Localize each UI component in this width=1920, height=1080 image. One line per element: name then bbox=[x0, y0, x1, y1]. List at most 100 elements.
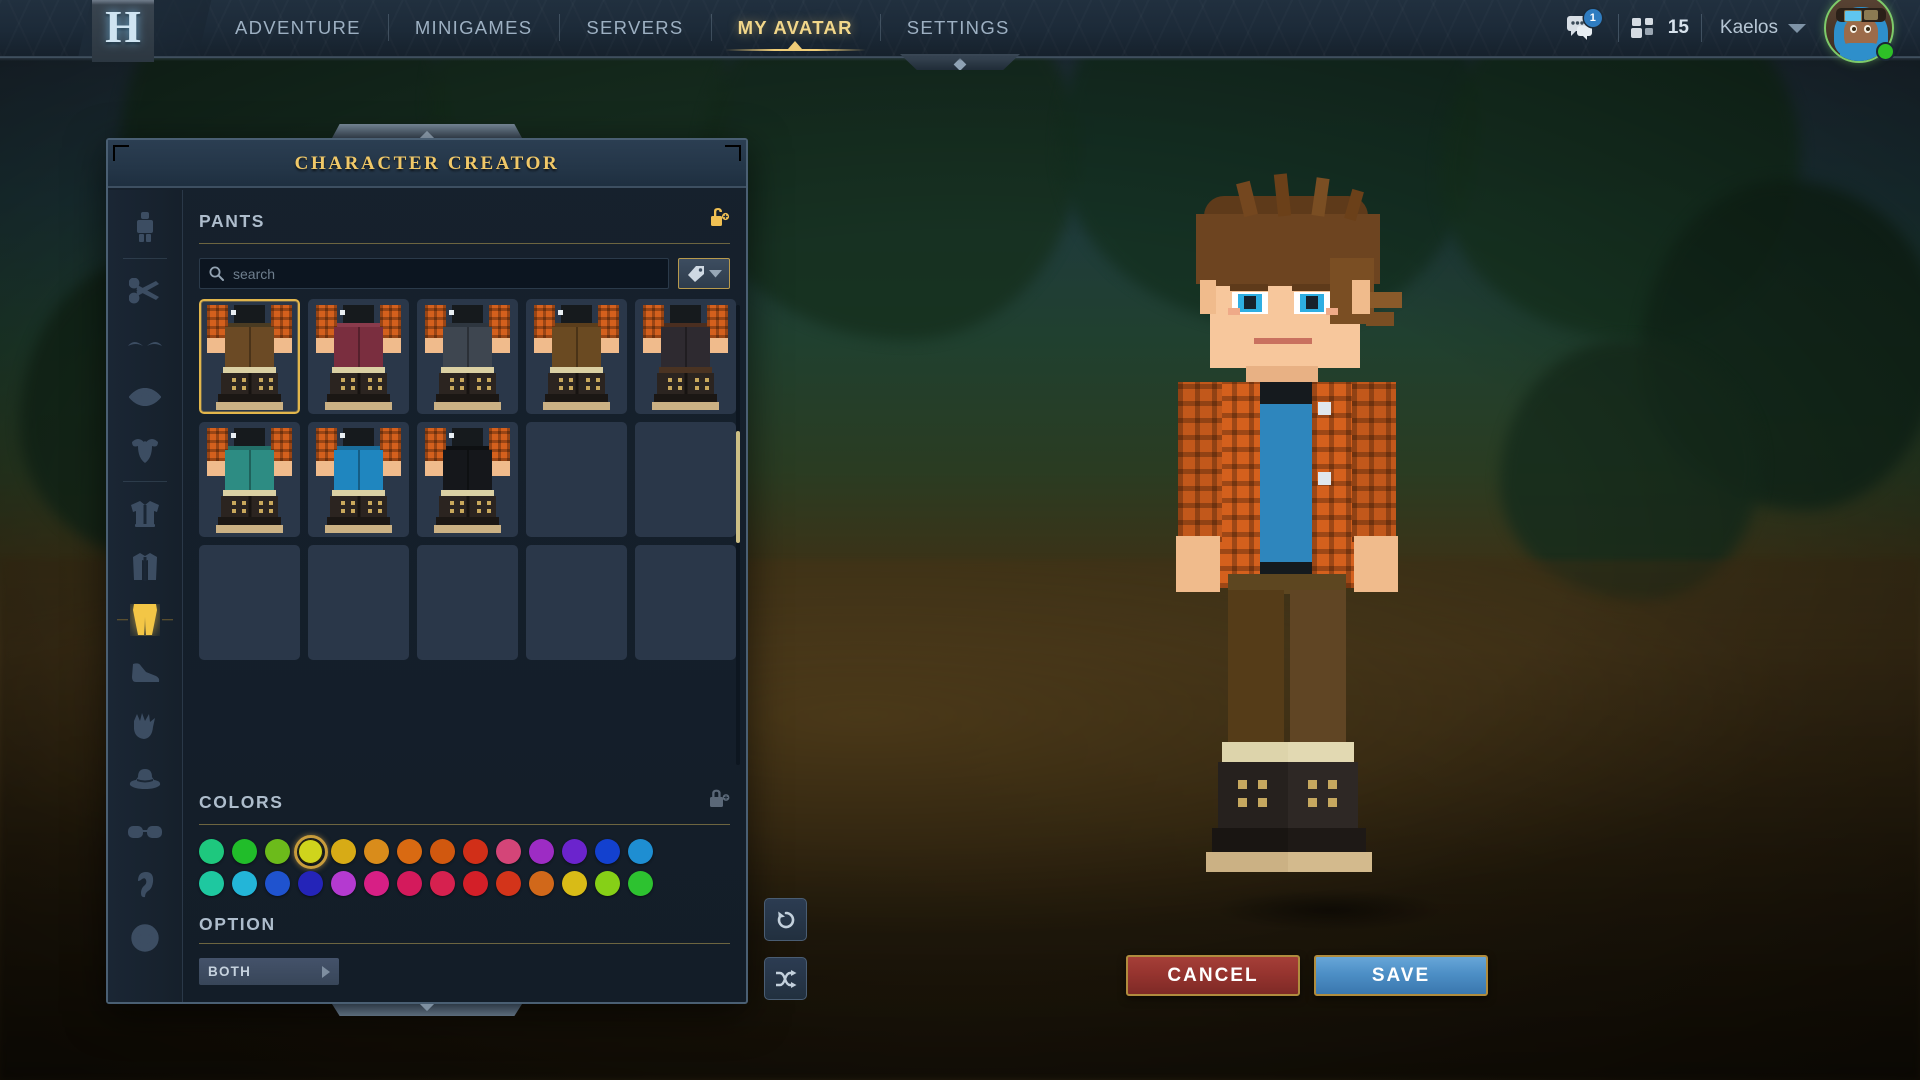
eyebrow-left bbox=[1230, 284, 1268, 291]
sidebar-item-earrings[interactable] bbox=[116, 858, 174, 911]
color-swatch[interactable] bbox=[199, 839, 224, 864]
friends-button[interactable]: 15 bbox=[1630, 17, 1689, 39]
character-preview[interactable] bbox=[1176, 173, 1500, 916]
nav-item-minigames[interactable]: MINIGAMES bbox=[387, 0, 560, 57]
color-swatch[interactable] bbox=[364, 871, 389, 896]
color-swatch[interactable] bbox=[397, 839, 422, 864]
color-swatch[interactable] bbox=[232, 839, 257, 864]
item-slot-empty bbox=[199, 545, 300, 660]
pupil-left bbox=[1244, 296, 1256, 309]
eyebrow-right bbox=[1292, 284, 1330, 291]
option-section-rule bbox=[199, 943, 730, 944]
color-swatch[interactable] bbox=[463, 871, 488, 896]
colors-section-title: COLORS bbox=[199, 792, 284, 812]
jacket-button bbox=[1318, 472, 1331, 485]
game-logo[interactable]: H bbox=[78, 0, 214, 66]
ear-left bbox=[1200, 280, 1216, 314]
sidebar-item-shirt[interactable] bbox=[116, 487, 174, 540]
color-swatch[interactable] bbox=[298, 871, 323, 896]
search-icon bbox=[209, 266, 224, 281]
items-scrollbar[interactable] bbox=[736, 305, 740, 765]
sidebar-item-gloves[interactable] bbox=[116, 699, 174, 752]
color-swatch[interactable] bbox=[562, 839, 587, 864]
color-swatch[interactable] bbox=[265, 839, 290, 864]
color-swatch[interactable] bbox=[364, 839, 389, 864]
color-swatch[interactable] bbox=[595, 839, 620, 864]
sidebar-item-eyes[interactable] bbox=[116, 370, 174, 423]
item-slot[interactable] bbox=[526, 299, 627, 414]
color-swatch[interactable] bbox=[463, 839, 488, 864]
beard-icon bbox=[132, 438, 158, 463]
item-slot[interactable] bbox=[635, 299, 736, 414]
nav-item-my-avatar-label: MY AVATAR bbox=[737, 17, 853, 38]
undo-icon bbox=[777, 911, 794, 928]
lock-closed-icon[interactable] bbox=[708, 789, 730, 816]
color-swatch[interactable] bbox=[293, 834, 328, 869]
friends-count: 15 bbox=[1667, 17, 1689, 38]
sidebar-item-hair[interactable] bbox=[116, 264, 174, 317]
tag-icon bbox=[687, 266, 704, 282]
nav-item-adventure[interactable]: ADVENTURE bbox=[208, 0, 388, 57]
option-section-header: OPTION bbox=[199, 896, 730, 943]
color-swatch[interactable] bbox=[628, 839, 653, 864]
item-slot[interactable] bbox=[308, 422, 409, 537]
items-scrollbar-thumb[interactable] bbox=[736, 431, 740, 543]
friends-icon bbox=[1630, 18, 1653, 38]
item-slot[interactable] bbox=[417, 422, 518, 537]
color-swatch[interactable] bbox=[595, 871, 620, 896]
color-swatch[interactable] bbox=[397, 871, 422, 896]
preview-action-buttons bbox=[764, 898, 807, 1000]
color-swatch[interactable] bbox=[232, 871, 257, 896]
item-slot[interactable] bbox=[417, 299, 518, 414]
sidebar-item-pants[interactable] bbox=[116, 593, 174, 646]
item-slot[interactable] bbox=[199, 299, 300, 414]
user-menu-button[interactable]: Kaelos bbox=[1714, 17, 1812, 39]
color-swatch[interactable] bbox=[628, 871, 653, 896]
item-slot[interactable] bbox=[308, 299, 409, 414]
item-slot[interactable] bbox=[199, 422, 300, 537]
sidebar-item-eyebrows[interactable] bbox=[116, 317, 174, 370]
sidebar-item-hat[interactable] bbox=[116, 752, 174, 805]
nav-item-settings[interactable]: SETTINGS bbox=[879, 0, 1037, 57]
sidebar-item-coat[interactable] bbox=[116, 540, 174, 593]
tag-filter-button[interactable] bbox=[678, 258, 730, 289]
color-swatch[interactable] bbox=[562, 871, 587, 896]
sidebar-item-shoes[interactable] bbox=[116, 646, 174, 699]
nav-item-servers[interactable]: SERVERS bbox=[559, 0, 710, 57]
sidebar-item-emote[interactable] bbox=[116, 911, 174, 964]
search-box[interactable] bbox=[199, 258, 669, 289]
color-swatch[interactable] bbox=[199, 871, 224, 896]
color-swatch[interactable] bbox=[529, 839, 554, 864]
sidebar-item-body[interactable] bbox=[116, 200, 174, 253]
sleeve-right bbox=[1352, 382, 1396, 542]
boot-left bbox=[1218, 762, 1288, 834]
randomize-button[interactable] bbox=[764, 957, 807, 1000]
color-swatch[interactable] bbox=[496, 839, 521, 864]
panel-top-ornament bbox=[332, 124, 522, 138]
user-avatar-button[interactable] bbox=[1824, 0, 1895, 63]
sidebar-item-glasses[interactable] bbox=[116, 805, 174, 858]
color-swatch[interactable] bbox=[265, 871, 290, 896]
color-swatch[interactable] bbox=[529, 871, 554, 896]
sole-base-right bbox=[1288, 852, 1372, 872]
lock-open-icon[interactable] bbox=[708, 208, 730, 235]
option-selector[interactable]: BOTH bbox=[199, 958, 339, 985]
reset-button[interactable] bbox=[764, 898, 807, 941]
search-input[interactable] bbox=[233, 265, 659, 282]
boot-lace bbox=[1238, 798, 1247, 807]
cancel-button[interactable]: CANCEL bbox=[1126, 955, 1300, 996]
items-grid-wrapper bbox=[199, 299, 740, 771]
color-swatch[interactable] bbox=[331, 839, 356, 864]
avatar-goggles bbox=[1836, 8, 1886, 22]
color-swatch[interactable] bbox=[496, 871, 521, 896]
color-swatch[interactable] bbox=[331, 871, 356, 896]
sidebar-item-beard[interactable] bbox=[116, 423, 174, 476]
chat-button[interactable]: 1 bbox=[1558, 0, 1606, 57]
color-swatch[interactable] bbox=[430, 839, 455, 864]
save-button[interactable]: SAVE bbox=[1314, 955, 1488, 996]
nav-item-my-avatar[interactable]: MY AVATAR bbox=[710, 0, 880, 57]
pants-icon bbox=[133, 603, 157, 635]
color-swatch[interactable] bbox=[430, 871, 455, 896]
scissors-icon bbox=[129, 277, 159, 303]
hat-icon bbox=[129, 768, 161, 789]
